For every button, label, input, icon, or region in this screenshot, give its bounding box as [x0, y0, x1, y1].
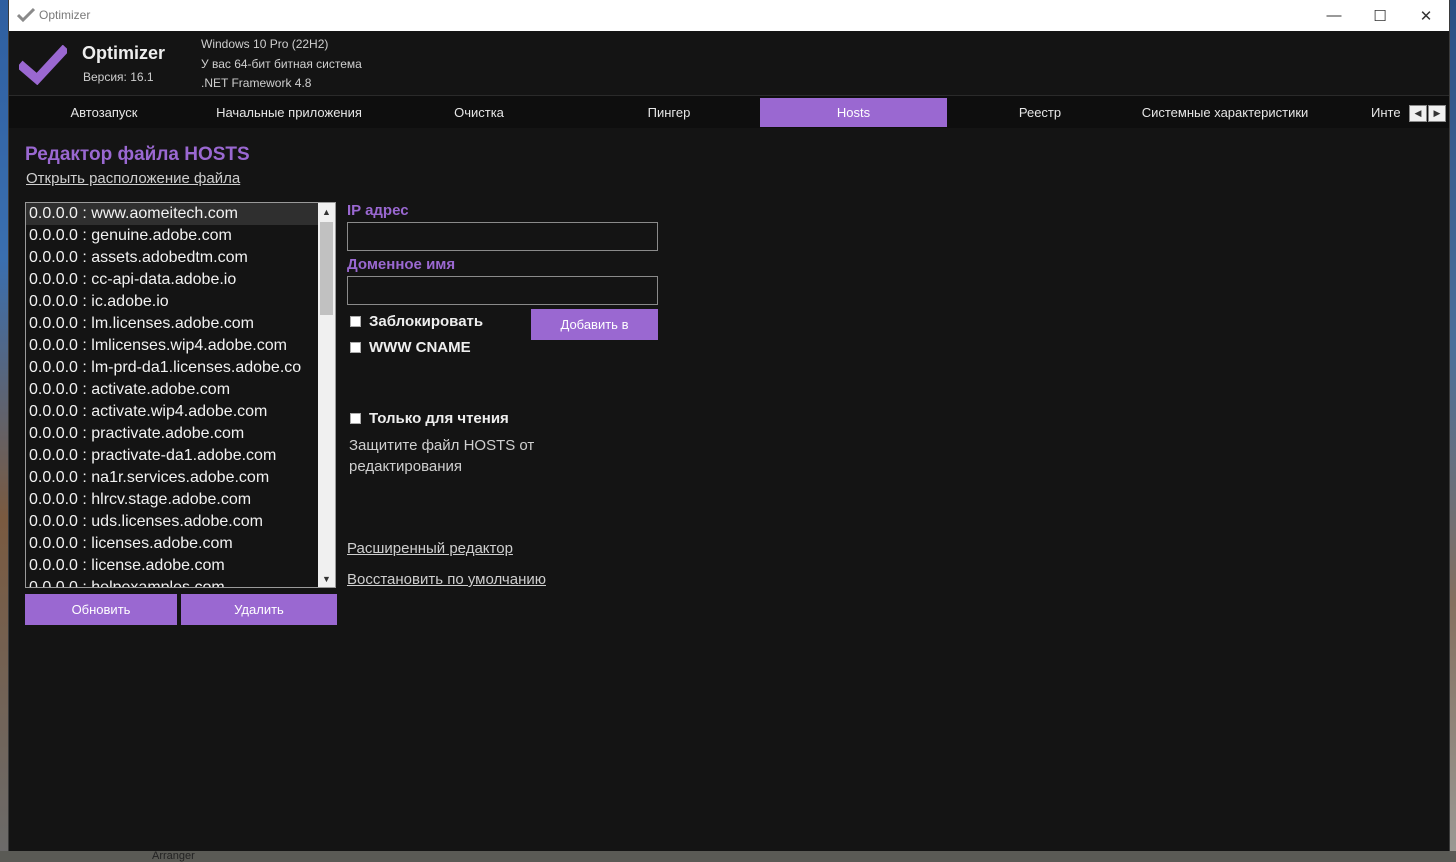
maximize-icon: ☐: [1373, 7, 1387, 25]
readonly-checkbox-row[interactable]: Только для чтения: [350, 410, 509, 427]
minimize-icon: —: [1326, 7, 1342, 24]
app-header: Optimizer Версия: 16.1 Windows 10 Pro (2…: [9, 31, 1449, 95]
list-item[interactable]: 0.0.0.0 : lmlicenses.wip4.adobe.com: [26, 335, 320, 357]
list-item[interactable]: 0.0.0.0 : www.aomeitech.com: [26, 203, 320, 225]
tab-startup-apps[interactable]: Начальные приложения: [199, 98, 379, 127]
ip-address-label: IP адрес: [347, 202, 409, 219]
list-item[interactable]: 0.0.0.0 : license.adobe.com: [26, 555, 320, 577]
close-button[interactable]: ✕: [1403, 0, 1449, 31]
open-file-location-link[interactable]: Открыть расположение файла: [26, 170, 240, 187]
hosts-list[interactable]: 0.0.0.0 : www.aomeitech.com 0.0.0.0 : gen…: [25, 202, 336, 588]
scroll-down-icon[interactable]: ▼: [318, 570, 335, 587]
tab-scroll-right-icon[interactable]: ▶: [1428, 105, 1446, 122]
tab-cleanup[interactable]: Очистка: [379, 98, 579, 127]
list-item[interactable]: 0.0.0.0 : lm.licenses.adobe.com: [26, 313, 320, 335]
tab-bar: Автозапуск Начальные приложения Очистка …: [9, 95, 1449, 129]
readonly-checkbox[interactable]: [350, 413, 361, 424]
restore-default-link[interactable]: Восстановить по умолчанию: [347, 571, 546, 588]
domain-name-input[interactable]: [347, 276, 658, 305]
maximize-button[interactable]: ☐: [1357, 0, 1403, 31]
scroll-thumb[interactable]: [320, 222, 333, 315]
hosts-panel: Редактор файла HOSTS Открыть расположени…: [9, 128, 1449, 851]
refresh-button[interactable]: Обновить: [25, 594, 177, 625]
tab-startup[interactable]: Автозапуск: [9, 98, 199, 127]
os-info: Windows 10 Pro (22H2): [201, 37, 329, 51]
optimizer-window: Optimizer — ☐ ✕ Optimizer Версия: 16.1 W…: [8, 0, 1450, 851]
list-item[interactable]: 0.0.0.0 : hlrcv.stage.adobe.com: [26, 489, 320, 511]
tab-system-info[interactable]: Системные характеристики: [1133, 98, 1317, 127]
tab-registry[interactable]: Реестр: [947, 98, 1133, 127]
list-item[interactable]: 0.0.0.0 : genuine.adobe.com: [26, 225, 320, 247]
app-name: Optimizer: [82, 43, 166, 63]
add-button[interactable]: Добавить в: [531, 309, 658, 340]
desktop-bottom-edge: [0, 851, 1456, 862]
desktop-taskbar-label: Arranger: [152, 850, 195, 862]
list-item[interactable]: 0.0.0.0 : practivate.adobe.com: [26, 423, 320, 445]
minimize-button[interactable]: —: [1311, 0, 1357, 31]
ip-address-input[interactable]: [347, 222, 658, 251]
cname-checkbox-row[interactable]: WWW CNAME: [350, 339, 471, 356]
list-item[interactable]: 0.0.0.0 : practivate-da1.adobe.com: [26, 445, 320, 467]
list-item[interactable]: 0.0.0.0 : ic.adobe.io: [26, 291, 320, 313]
checkmark-icon: [17, 7, 35, 23]
tab-scroll-left-icon[interactable]: ◀: [1409, 105, 1427, 122]
list-item[interactable]: 0.0.0.0 : na1r.services.adobe.com: [26, 467, 320, 489]
list-scrollbar[interactable]: ▲ ▼: [318, 203, 335, 587]
list-item[interactable]: 0.0.0.0 : cc-api-data.adobe.io: [26, 269, 320, 291]
list-item[interactable]: 0.0.0.0 : lm-prd-da1.licenses.adobe.co: [26, 357, 320, 379]
app-version: Версия: 16.1: [83, 70, 154, 84]
window-title: Optimizer: [39, 8, 91, 22]
net-framework-info: .NET Framework 4.8: [201, 76, 312, 90]
cname-checkbox[interactable]: [350, 342, 361, 353]
list-item[interactable]: 0.0.0.0 : licenses.adobe.com: [26, 533, 320, 555]
list-item[interactable]: 0.0.0.0 : helpexamples.com: [26, 577, 320, 587]
title-bar[interactable]: Optimizer — ☐ ✕: [9, 0, 1449, 31]
list-item[interactable]: 0.0.0.0 : assets.adobedtm.com: [26, 247, 320, 269]
close-icon: ✕: [1419, 7, 1433, 25]
list-item[interactable]: 0.0.0.0 : uds.licenses.adobe.com: [26, 511, 320, 533]
cname-label: WWW CNAME: [369, 339, 471, 356]
page-title: Редактор файла HOSTS: [25, 144, 250, 165]
scroll-up-icon[interactable]: ▲: [318, 203, 335, 220]
architecture-info: У вас 64-бит битная система: [201, 57, 362, 71]
list-item[interactable]: 0.0.0.0 : activate.wip4.adobe.com: [26, 401, 320, 423]
block-checkbox-row[interactable]: Заблокировать: [350, 313, 483, 330]
checkmark-icon: [19, 45, 67, 85]
delete-button[interactable]: Удалить: [181, 594, 337, 625]
tab-integrator[interactable]: Инте: [1371, 98, 1411, 127]
advanced-editor-link[interactable]: Расширенный редактор: [347, 540, 513, 557]
tab-pinger[interactable]: Пингер: [579, 98, 759, 127]
domain-name-label: Доменное имя: [347, 256, 456, 273]
readonly-label: Только для чтения: [369, 410, 509, 427]
block-checkbox[interactable]: [350, 316, 361, 327]
list-item[interactable]: 0.0.0.0 : activate.adobe.com: [26, 379, 320, 401]
protect-description: Защитите файл HOSTS от редактирования: [349, 437, 535, 475]
block-label: Заблокировать: [369, 313, 484, 330]
tab-hosts[interactable]: Hosts: [760, 98, 947, 127]
